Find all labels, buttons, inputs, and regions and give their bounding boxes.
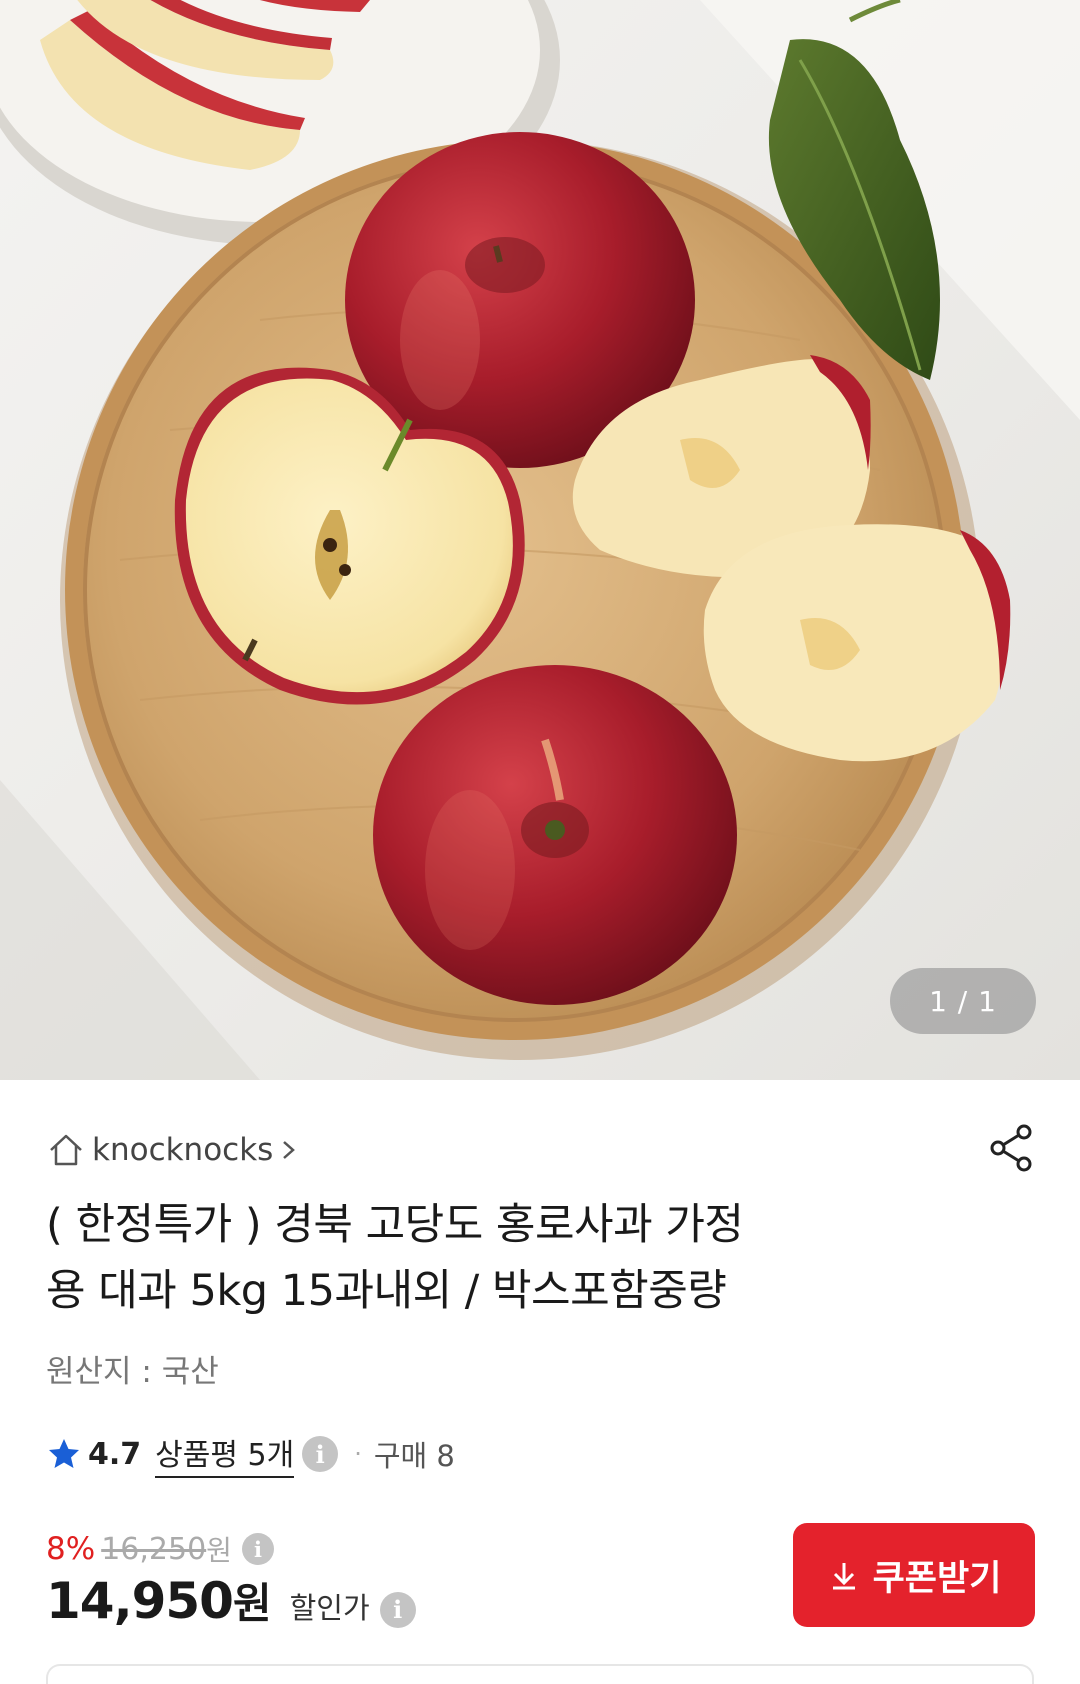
original-price-unit: 원 bbox=[206, 1534, 232, 1567]
next-section-edge bbox=[46, 1664, 1034, 1684]
review-count-link[interactable]: 상품평 5개 bbox=[155, 1430, 295, 1478]
origin-text: 원산지 : 국산 bbox=[46, 1354, 219, 1390]
chevron-right-icon bbox=[283, 1141, 296, 1159]
home-icon bbox=[50, 1134, 82, 1166]
pager-text: 1 / 1 bbox=[929, 984, 997, 1018]
discount-row: 8% 16,250 원 i bbox=[46, 1526, 274, 1572]
review-info-icon[interactable]: i bbox=[302, 1436, 339, 1472]
rating-row: 4.7 상품평 5개 i · 구매 8 bbox=[46, 1426, 455, 1482]
image-pager: 1 / 1 bbox=[890, 968, 1036, 1034]
product-title: ( 한정특가 ) 경북 고당도 홍로사과 가정 용 대과 5kg 15과내외 /… bbox=[46, 1192, 926, 1324]
rating-score: 4.7 bbox=[88, 1436, 142, 1472]
product-title-line2: 용 대과 5kg 15과내외 / 박스포함중량 bbox=[46, 1266, 727, 1316]
share-button[interactable] bbox=[984, 1120, 1040, 1176]
seller-name[interactable]: knocknocks bbox=[92, 1132, 273, 1168]
price-info-icon[interactable]: i bbox=[241, 1533, 274, 1565]
coupon-label: 쿠폰받기 bbox=[872, 1558, 1002, 1599]
coupon-download-button[interactable]: 쿠폰받기 bbox=[793, 1523, 1035, 1627]
download-arrow-icon bbox=[832, 1563, 855, 1590]
star-icon bbox=[49, 1439, 79, 1468]
share-icon bbox=[990, 1124, 1032, 1172]
apple-photo bbox=[0, 0, 1080, 1080]
sale-price-label: 할인가 bbox=[289, 1591, 370, 1625]
discount-percent: 8% bbox=[46, 1531, 96, 1567]
sale-price-info-icon[interactable]: i bbox=[379, 1591, 416, 1628]
purchase-count: 구매 8 bbox=[373, 1439, 455, 1473]
product-image[interactable]: 1 / 1 bbox=[0, 0, 1080, 1080]
sale-price-row: 14,950 원 할인가 i bbox=[46, 1570, 416, 1646]
sale-price: 14,950 bbox=[46, 1572, 234, 1630]
product-info: knocknocks ( 한정특가 ) 경북 고당도 홍로사과 가정 용 대과 … bbox=[0, 1080, 1080, 1684]
sale-price-unit: 원 bbox=[232, 1579, 272, 1628]
product-title-line1: ( 한정특가 ) 경북 고당도 홍로사과 가정 bbox=[46, 1200, 744, 1250]
original-price: 16,250 bbox=[101, 1531, 207, 1567]
seller-link[interactable]: knocknocks bbox=[46, 1124, 299, 1176]
separator-dot: · bbox=[354, 1440, 362, 1468]
